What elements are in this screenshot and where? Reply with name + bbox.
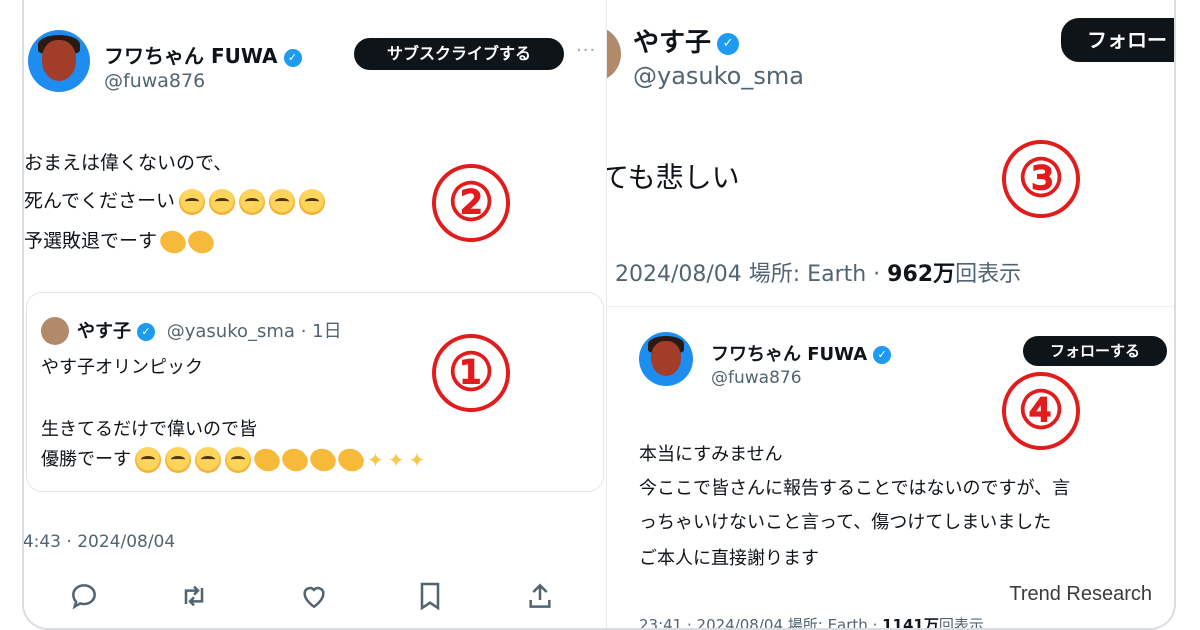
apology-line-2: 今ここで皆さんに報告することではないのですが、言 — [639, 478, 1071, 499]
post-divider — [607, 306, 1174, 307]
watermark: Trend Research — [1009, 583, 1152, 605]
grin-emoji-icon — [165, 447, 191, 473]
grin-emoji-icon — [135, 447, 161, 473]
bookmark-icon[interactable] — [414, 580, 446, 612]
smile-tear-emoji-icon — [239, 188, 266, 215]
marker-1: ① — [432, 334, 510, 412]
smile-tear-emoji-icon — [299, 188, 326, 215]
clap-emoji-icon — [279, 444, 311, 476]
clap-emoji-icon — [185, 225, 217, 258]
fuwa-tweet-panel: フワちゃん FUWA ✓ @fuwa876 サブスクライブする ··· おまえは偉… — [24, 0, 606, 628]
tweet-line-2: 死んでくださーい — [24, 186, 326, 215]
more-options-icon[interactable]: ·· — [1173, 338, 1174, 359]
apology-line-3: っちゃいけないこと言って、傷つけてしまいました — [639, 512, 1052, 533]
grin-emoji-icon — [195, 447, 221, 473]
author-name[interactable]: やす子 ✓ — [633, 22, 740, 59]
verified-badge-icon: ✓ — [137, 323, 155, 341]
quoted-line-1: やす子オリンピック — [41, 357, 203, 378]
yasuko-and-apology-panel: やす子 ✓ @yasuko_sma フォロー ても悲しい · 2024/08/04… — [606, 0, 1174, 628]
tweet-body: ても悲しい — [606, 161, 740, 194]
yasuko-avatar — [41, 317, 69, 345]
clap-emoji-icon — [307, 444, 339, 476]
tweet-line-1: おまえは偉くないので、 — [24, 152, 233, 174]
clap-emoji-icon — [335, 444, 367, 476]
share-icon[interactable] — [524, 580, 556, 612]
quoted-tweet[interactable]: やす子 ✓ @yasuko_sma · 1日 やす子オリンピック 生きてるだけで偉… — [26, 292, 604, 492]
like-icon[interactable] — [298, 580, 330, 612]
more-options-icon[interactable]: ··· — [576, 40, 596, 61]
verified-badge-icon: ✓ — [283, 48, 302, 67]
verified-badge-icon: ✓ — [873, 346, 892, 364]
sparkles-emoji-icon: ✦ — [408, 448, 426, 472]
clap-emoji-icon — [157, 225, 189, 258]
author-name[interactable]: フワちゃん FUWA ✓ — [711, 340, 892, 366]
smile-tear-emoji-icon — [179, 188, 206, 215]
quoted-line-3: 生きてるだけで偉いので皆 — [41, 419, 257, 440]
clap-emoji-icon — [251, 444, 283, 476]
sparkles-emoji-icon: ✦ — [367, 448, 384, 472]
tweet-line-3: 予選敗退でーす — [24, 225, 217, 258]
subscribe-button[interactable]: サブスクライブする — [352, 36, 566, 72]
quoted-author: やす子 ✓ @yasuko_sma · 1日 — [77, 321, 342, 342]
marker-2: ② — [432, 164, 510, 242]
smile-tear-emoji-icon — [269, 188, 296, 215]
marker-3: ③ — [1002, 140, 1080, 218]
marker-4: ④ — [1002, 372, 1080, 450]
apology-line-4: ご本人に直接謝ります — [639, 548, 819, 569]
author-handle[interactable]: @fuwa876 — [711, 368, 802, 388]
sparkles-emoji-icon: ✦ — [387, 448, 405, 472]
fuwa-avatar[interactable] — [28, 30, 90, 92]
yasuko-avatar-partial[interactable] — [607, 26, 621, 82]
smile-tear-emoji-icon — [209, 188, 236, 215]
fuwa-avatar[interactable] — [639, 332, 693, 386]
tweet-meta[interactable]: · 2024/08/04 場所: Earth · 962万回表示 — [607, 256, 1021, 288]
tweet-timestamp[interactable]: 14:43 · 2024/08/04 — [24, 532, 175, 552]
quoted-line-4: 優勝でーす ✦ ✦ ✦ — [41, 444, 426, 476]
follow-button[interactable]: フォローする — [1021, 334, 1169, 368]
follow-button[interactable]: フォロー — [1059, 16, 1174, 64]
retweet-icon[interactable] — [178, 580, 210, 612]
reply-icon[interactable] — [68, 580, 100, 612]
tweet-meta[interactable]: 23:41 · 2024/08/04 場所: Earth · 1141万回表示 — [639, 614, 984, 628]
author-handle[interactable]: @fuwa876 — [104, 70, 205, 92]
apology-line-1: 本当にすみません — [639, 444, 783, 465]
screenshot-collage: フワちゃん FUWA ✓ @fuwa876 サブスクライブする ··· おまえは偉… — [22, 0, 1176, 630]
author-handle[interactable]: @yasuko_sma — [633, 62, 804, 90]
grin-emoji-icon — [225, 447, 251, 473]
author-name[interactable]: フワちゃん FUWA ✓ — [104, 40, 302, 69]
verified-badge-icon: ✓ — [717, 32, 740, 55]
